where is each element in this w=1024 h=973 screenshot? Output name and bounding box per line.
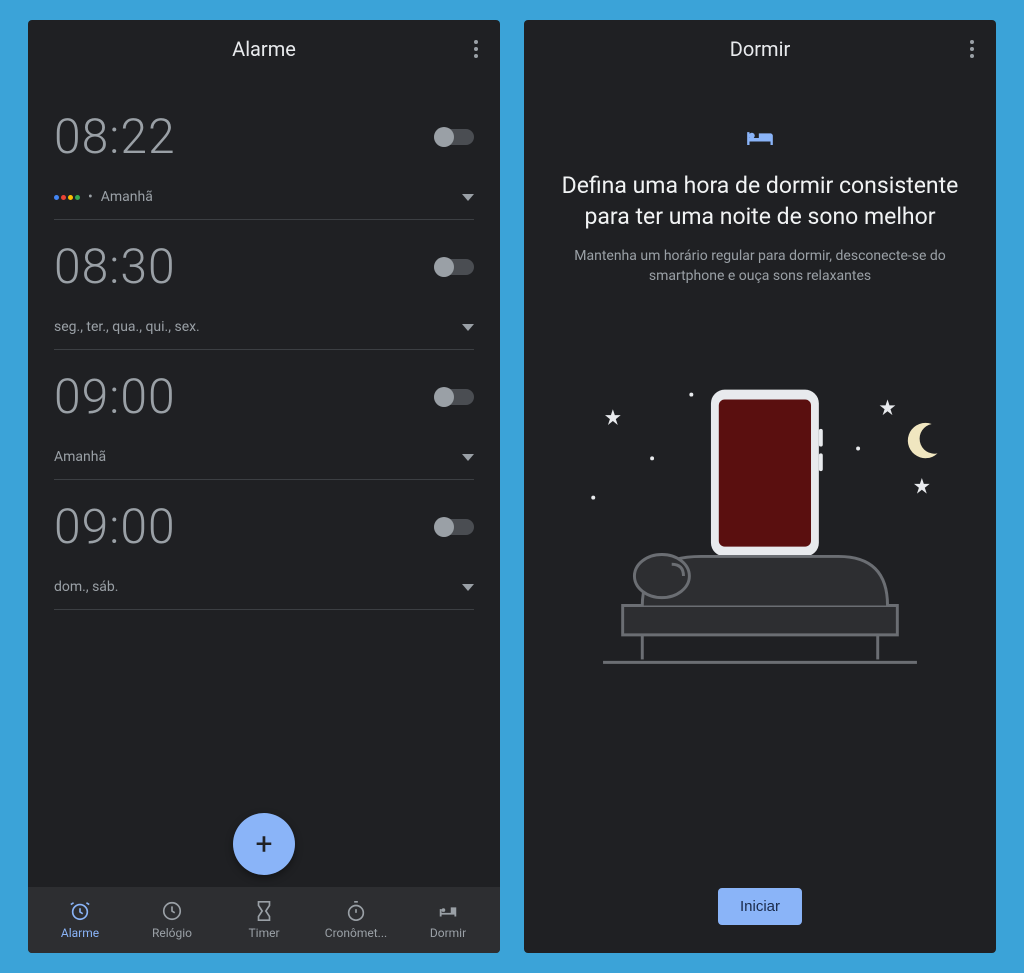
sleep-headline: Defina uma hora de dormir consistente pa… (554, 170, 966, 232)
nav-label: Timer (248, 926, 279, 940)
alarm-item[interactable]: 08:30 seg., ter., qua., qui., sex. (54, 220, 474, 350)
alarm-toggle[interactable] (434, 389, 474, 405)
nav-alarm[interactable]: Alarme (34, 900, 126, 940)
nav-label: Alarme (61, 926, 99, 940)
chevron-down-icon[interactable] (462, 194, 474, 201)
more-icon[interactable] (466, 32, 486, 66)
sleep-onboarding: Defina uma hora de dormir consistente pa… (524, 78, 996, 953)
bed-icon (746, 128, 774, 152)
alarm-header: Alarme (28, 20, 500, 78)
clock-icon (161, 900, 183, 922)
alarm-title: Alarme (232, 37, 296, 61)
chevron-down-icon[interactable] (462, 584, 474, 591)
alarm-item[interactable]: 08:22 • Amanhã (54, 90, 474, 220)
alarm-list: 08:22 • Amanhã 08:30 (28, 78, 500, 887)
alarm-time[interactable]: 09:00 (54, 498, 176, 555)
alarm-time[interactable]: 08:22 (54, 108, 176, 165)
alarm-subtitle-row: Amanhã (54, 449, 106, 465)
nav-sleep[interactable]: Dormir (402, 900, 494, 940)
nav-label: Dormir (430, 926, 466, 940)
alarm-subtitle-row: dom., sáb. (54, 579, 118, 595)
stopwatch-icon (345, 900, 367, 922)
sleep-illustration (554, 377, 966, 677)
nav-label: Cronômet... (325, 926, 387, 940)
sleep-subtext: Mantenha um horário regular para dormir,… (554, 246, 966, 287)
alarm-toggle[interactable] (434, 519, 474, 535)
alarm-screen: Alarme 08:22 • Amanhã (28, 20, 500, 953)
alarm-icon (69, 900, 91, 922)
alarm-time[interactable]: 09:00 (54, 368, 176, 425)
start-button[interactable]: Iniciar (718, 888, 802, 925)
alarm-toggle[interactable] (434, 259, 474, 275)
nav-stopwatch[interactable]: Cronômet... (310, 900, 402, 940)
nav-timer[interactable]: Timer (218, 900, 310, 940)
bed-icon (437, 900, 459, 922)
alarm-subtitle-row: seg., ter., qua., qui., sex. (54, 319, 200, 335)
alarm-subtitle: Amanhã (101, 189, 153, 205)
add-alarm-button[interactable]: + (233, 813, 295, 875)
sleep-header: Dormir (524, 20, 996, 78)
nav-clock[interactable]: Relógio (126, 900, 218, 940)
assistant-icon (54, 195, 80, 200)
bottom-nav: Alarme Relógio Timer Cronômet... Dormir (28, 887, 500, 953)
alarm-item[interactable]: 09:00 dom., sáb. (54, 480, 474, 610)
alarm-subtitle: seg., ter., qua., qui., sex. (54, 319, 200, 335)
chevron-down-icon[interactable] (462, 454, 474, 461)
plus-icon: + (255, 827, 272, 862)
alarm-subtitle: Amanhã (54, 449, 106, 465)
alarm-toggle[interactable] (434, 129, 474, 145)
sleep-screen: Dormir Defina uma hora de dormir consist… (524, 20, 996, 953)
alarm-time[interactable]: 08:30 (54, 238, 176, 295)
hourglass-icon (253, 900, 275, 922)
start-label: Iniciar (740, 898, 780, 915)
nav-label: Relógio (152, 926, 192, 940)
alarm-subtitle: dom., sáb. (54, 579, 118, 595)
sleep-title-header: Dormir (730, 37, 791, 61)
alarm-item[interactable]: 09:00 Amanhã (54, 350, 474, 480)
chevron-down-icon[interactable] (462, 324, 474, 331)
alarm-subtitle-row: • Amanhã (54, 189, 153, 205)
more-icon[interactable] (962, 32, 982, 66)
